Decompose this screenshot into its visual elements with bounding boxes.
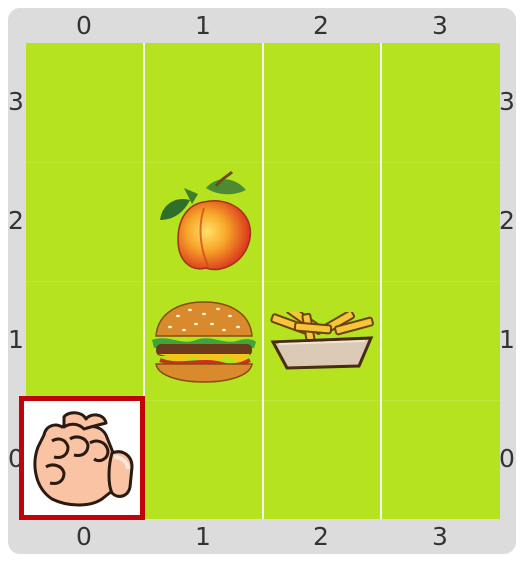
col-label-top-1: 1 bbox=[195, 11, 211, 40]
pointing-hand-icon bbox=[28, 407, 138, 511]
peach-icon[interactable] bbox=[150, 168, 258, 276]
col-label-bottom-3: 3 bbox=[432, 522, 448, 551]
col-label-top-0: 0 bbox=[76, 11, 92, 40]
selected-cell-cursor[interactable] bbox=[19, 396, 145, 520]
fries-icon[interactable] bbox=[265, 305, 379, 370]
col-label-top-2: 2 bbox=[313, 11, 329, 40]
grid-divider bbox=[26, 162, 500, 163]
hamburger-icon[interactable] bbox=[150, 300, 258, 384]
col-label-bottom-0: 0 bbox=[76, 522, 92, 551]
col-label-top-3: 3 bbox=[432, 11, 448, 40]
col-label-bottom-1: 1 bbox=[195, 522, 211, 551]
col-label-bottom-2: 2 bbox=[313, 522, 329, 551]
grid-divider bbox=[26, 281, 500, 282]
